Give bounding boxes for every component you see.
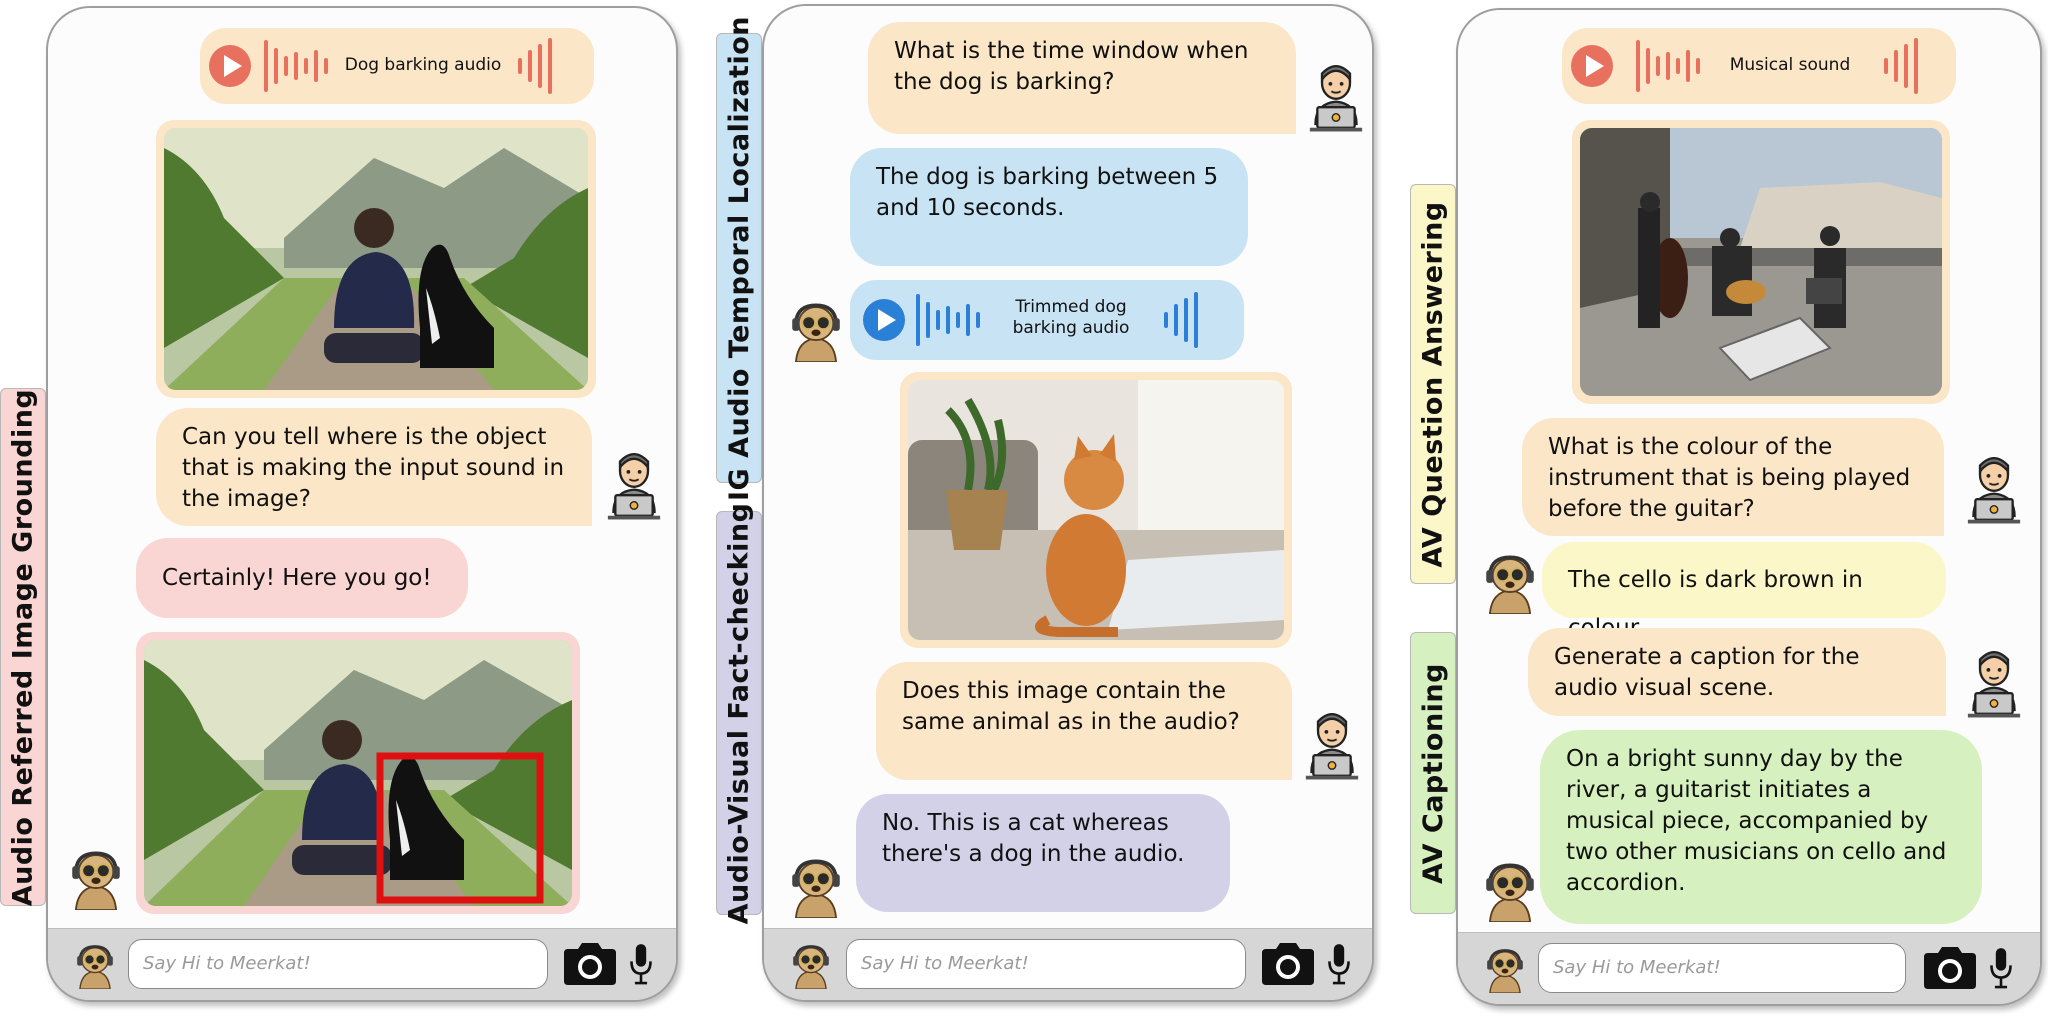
play-icon[interactable] xyxy=(862,298,906,342)
chat-input-bar: Say Hi to Meerkat! xyxy=(764,928,1372,1000)
audio-label: Musical sound xyxy=(1729,55,1851,75)
assistant-message: The cello is dark brown in colour. xyxy=(1542,542,1946,641)
audio-clip-dog-barking[interactable]: Dog barking audio xyxy=(200,28,594,104)
waveform-icon xyxy=(916,294,980,346)
waveform-icon xyxy=(1636,40,1700,92)
user-message: Does this image contain the same animal … xyxy=(876,662,1292,780)
play-icon[interactable] xyxy=(1570,44,1614,88)
tag-audio-visual-fact-checking: Audio-Visual Fact-checking xyxy=(716,502,762,924)
meerkat-avatar-icon xyxy=(1484,945,1526,993)
tag-av-captioning: AV Captioning xyxy=(1410,632,1456,914)
chat-input-bar: Say Hi to Meerkat! xyxy=(48,928,676,1000)
assistant-message: Certainly! Here you go! xyxy=(136,538,468,618)
audio-label: Trimmed dog barking audio xyxy=(1012,297,1130,338)
chat-input[interactable]: Say Hi to Meerkat! xyxy=(128,939,548,989)
image-boy-and-dog-grounded xyxy=(136,632,580,914)
chat-input-bar: Say Hi to Meerkat! xyxy=(1458,932,2040,1004)
waveform-icon xyxy=(264,40,328,92)
waveform-icon xyxy=(1164,292,1198,348)
meerkat-avatar-icon xyxy=(1482,550,1538,614)
meerkat-avatar-icon xyxy=(74,941,116,989)
waveform-icon xyxy=(1884,38,1918,94)
tag-audio-referred-image-grounding: Audio Referred Image Grounding xyxy=(0,388,46,906)
assistant-message: The dog is barking between 5 and 10 seco… xyxy=(850,148,1248,266)
waveform-icon xyxy=(518,38,552,94)
tag-av-question-answering: AV Question Answering xyxy=(1410,184,1456,584)
image-boy-and-dog xyxy=(156,120,596,398)
user-message: Generate a caption for the audio visual … xyxy=(1528,628,1946,716)
camera-icon[interactable] xyxy=(1920,945,1980,991)
audio-clip-musical-sound[interactable]: Musical sound xyxy=(1562,28,1956,104)
assistant-message: On a bright sunny day by the river, a gu… xyxy=(1540,730,1982,924)
user-avatar-icon xyxy=(1966,644,2022,720)
image-cat xyxy=(900,372,1292,648)
tag-ig-audio-temporal-localization: IG Audio Temporal Localization xyxy=(716,16,762,500)
meerkat-avatar-icon xyxy=(68,846,124,910)
user-message: Can you tell where is the object that is… xyxy=(156,408,592,526)
assistant-message: No. This is a cat whereas there's a dog … xyxy=(856,794,1230,912)
chat-panel-grounding: Dog barking audio Can you tell where is … xyxy=(46,6,678,1002)
audio-clip-trimmed-dog-barking[interactable]: Trimmed dog barking audio xyxy=(850,280,1244,360)
chat-panel-temporal-factcheck: What is the time window when the dog is … xyxy=(762,4,1374,1002)
meerkat-avatar-icon xyxy=(1482,858,1538,922)
user-message: What is the time window when the dog is … xyxy=(868,22,1296,134)
meerkat-avatar-icon xyxy=(790,941,832,989)
camera-icon[interactable] xyxy=(1258,941,1318,987)
meerkat-avatar-icon xyxy=(788,854,844,918)
user-avatar-icon xyxy=(1304,706,1360,782)
microphone-icon[interactable] xyxy=(1988,945,2014,991)
chat-input[interactable]: Say Hi to Meerkat! xyxy=(846,939,1246,989)
play-icon[interactable] xyxy=(208,44,252,88)
audio-label: Dog barking audio xyxy=(344,55,502,75)
image-street-musicians xyxy=(1572,120,1950,404)
chat-input[interactable]: Say Hi to Meerkat! xyxy=(1538,943,1906,993)
chat-panel-qa-captioning: Musical sound What is the colour of the … xyxy=(1456,8,2042,1006)
microphone-icon[interactable] xyxy=(628,941,654,987)
camera-icon[interactable] xyxy=(560,941,620,987)
user-avatar-icon xyxy=(1966,450,2022,526)
user-avatar-icon xyxy=(1308,58,1364,134)
microphone-icon[interactable] xyxy=(1326,941,1352,987)
user-message: What is the colour of the instrument tha… xyxy=(1522,418,1944,536)
meerkat-avatar-icon xyxy=(788,298,844,362)
user-avatar-icon xyxy=(606,446,662,522)
